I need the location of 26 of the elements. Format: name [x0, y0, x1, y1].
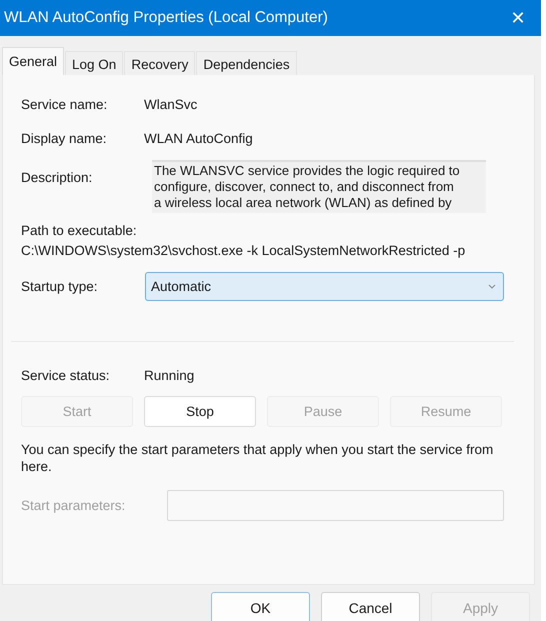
description-line: The WLANSVC service provides the logic required to [154, 163, 461, 179]
field-label: Service status: [21, 368, 111, 383]
description-line: configure, discover, connect to, and disconnect from [154, 179, 455, 195]
field-label: Service name: [21, 97, 108, 112]
dialog-button[interactable]: Cancel [321, 592, 420, 621]
window-title: WLAN AutoConfig Properties (Local Computer) [4, 9, 328, 27]
field-label: Startup type: [21, 279, 99, 294]
field-label: Start parameters: [21, 498, 126, 513]
chevron-down-icon [488, 284, 496, 289]
description-line: a wireless local area network (WLAN) as defined by [154, 195, 453, 211]
field-label: Display name: [21, 131, 108, 146]
tab[interactable]: General [2, 47, 64, 75]
dialog-button[interactable]: OK [211, 592, 310, 621]
startup-type-dropdown[interactable]: Automatic [145, 272, 504, 301]
field-value: WLAN AutoConfig [144, 131, 253, 146]
field-label: Path to executable: [21, 222, 138, 238]
hint-text: You can specify the start parameters that apply when you start the service from here. [21, 441, 494, 475]
tab[interactable]: Log On [65, 51, 124, 75]
field-label: Description: [21, 169, 94, 185]
field-value: WlanSvc [144, 97, 198, 112]
tab[interactable]: Recovery [124, 51, 196, 75]
path-value: C:\WINDOWS\system32\svchost.exe -k LocalSystemNetworkRestricted -p [21, 242, 466, 258]
tab[interactable]: Dependencies [196, 51, 297, 75]
close-button[interactable]: ✕ [495, 0, 541, 36]
status-value: Running [144, 368, 194, 383]
service-button[interactable]: Stop [144, 396, 256, 427]
